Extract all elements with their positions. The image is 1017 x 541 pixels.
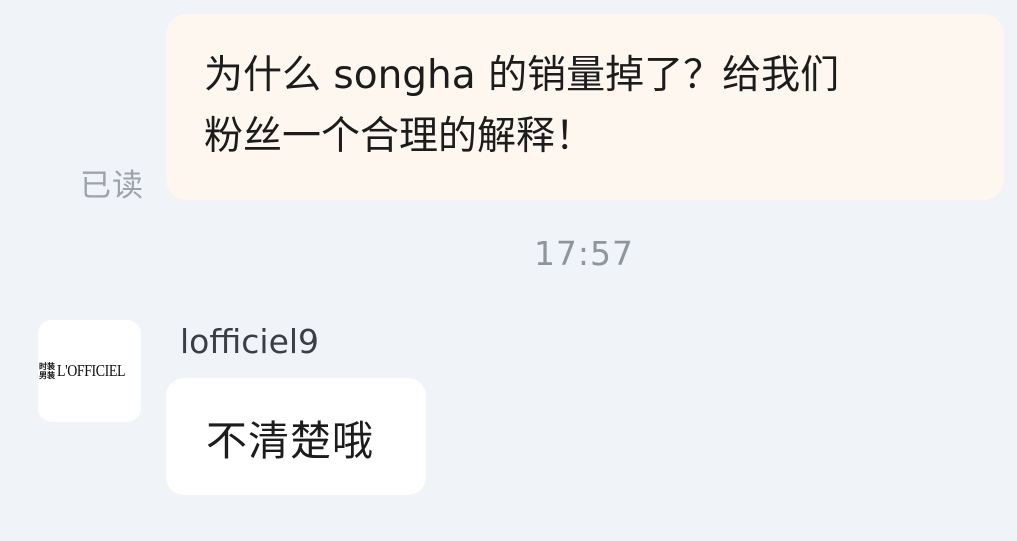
logo-wordmark: L'OFFICIEL bbox=[56, 361, 126, 380]
logo-chinese-mark: 时装 男装 bbox=[39, 362, 55, 380]
read-status: 已读 bbox=[80, 168, 144, 204]
outgoing-message-text: 为什么 songha 的销量掉了？给我们 粉丝一个合理的解释！ bbox=[204, 53, 840, 159]
logo-cn-bottom: 男装 bbox=[38, 370, 55, 380]
lofficiel-logo: 时装 男装 L'OFFICIEL bbox=[39, 361, 140, 381]
message-timestamp: 17:57 bbox=[533, 234, 635, 273]
incoming-message-text: 不清楚哦 bbox=[206, 416, 374, 465]
chat-view: 为什么 songha 的销量掉了？给我们 粉丝一个合理的解释！ 已读 17:57… bbox=[0, 0, 1017, 541]
sender-avatar[interactable]: 时装 男装 L'OFFICIEL bbox=[38, 320, 141, 422]
sender-name[interactable]: lofficiel9 bbox=[180, 322, 319, 361]
outgoing-message-bubble[interactable]: 为什么 songha 的销量掉了？给我们 粉丝一个合理的解释！ bbox=[166, 14, 1004, 200]
incoming-message-bubble[interactable]: 不清楚哦 bbox=[166, 378, 426, 495]
